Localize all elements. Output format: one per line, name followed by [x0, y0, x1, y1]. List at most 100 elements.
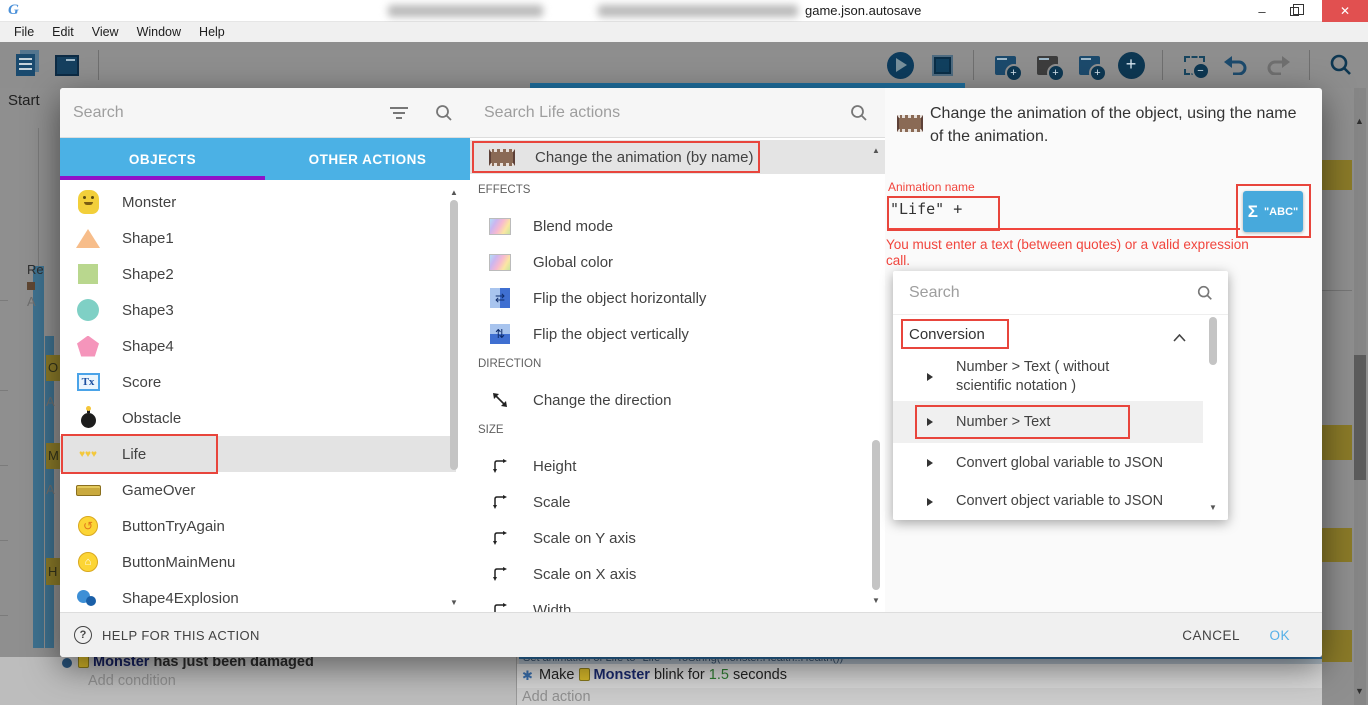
- add-condition-link[interactable]: Add condition: [88, 673, 176, 689]
- scroll-down-icon[interactable]: ▼: [1209, 503, 1217, 512]
- menu-help[interactable]: Help: [191, 25, 233, 39]
- sigma-icon: Σ: [1248, 202, 1258, 222]
- scroll-up-icon[interactable]: ▲: [1355, 116, 1364, 126]
- menu-edit[interactable]: Edit: [44, 25, 82, 39]
- animation-name-input[interactable]: "Life" +: [890, 200, 962, 218]
- help-icon[interactable]: [74, 626, 92, 644]
- list-item-scale-y[interactable]: Scale on Y axis: [470, 520, 870, 556]
- expand-arrow-icon[interactable]: [927, 459, 933, 467]
- list-item-buttontryagain[interactable]: ButtonTryAgain: [60, 508, 456, 544]
- cancel-button[interactable]: CANCEL: [1182, 628, 1240, 643]
- expression-search-bar[interactable]: Search: [893, 271, 1228, 315]
- redo-icon[interactable]: [1261, 48, 1295, 82]
- project-manager-icon[interactable]: [8, 48, 42, 82]
- monster-icon: [579, 668, 590, 681]
- scrollbar-thumb[interactable]: [1354, 355, 1366, 480]
- list-item-buttonmainmenu[interactable]: ButtonMainMenu: [60, 544, 456, 580]
- search-icon[interactable]: [849, 103, 869, 123]
- events-sheet-background-bottom: Monster has just been damaged Add condit…: [0, 657, 1322, 705]
- add-external-layout-icon[interactable]: [1072, 48, 1106, 82]
- add-scene-icon[interactable]: [988, 48, 1022, 82]
- menu-window[interactable]: Window: [129, 25, 189, 39]
- list-item-gameover[interactable]: GameOver: [60, 472, 456, 508]
- maximize-button[interactable]: [1280, 0, 1308, 22]
- list-item-flip-vertical[interactable]: Flip the object vertically: [470, 316, 870, 352]
- object-name: Monster: [594, 667, 650, 683]
- hearts-icon: [79, 449, 97, 460]
- add-action-row[interactable]: Add action: [517, 688, 1322, 705]
- help-link[interactable]: HELP FOR THIS ACTION: [102, 628, 260, 643]
- condition-row[interactable]: Monster has just been damaged: [62, 657, 314, 670]
- resize-icon: [485, 494, 515, 510]
- list-item-shape2[interactable]: Shape2: [60, 256, 456, 292]
- add-object-icon[interactable]: +: [1114, 48, 1148, 82]
- expr-item-global-to-json[interactable]: Convert global variable to JSON: [893, 443, 1203, 483]
- list-item-monster[interactable]: Monster: [60, 184, 456, 220]
- menu-file[interactable]: File: [6, 25, 42, 39]
- scroll-down-icon[interactable]: ▼: [450, 598, 458, 607]
- expand-arrow-icon[interactable]: [927, 373, 933, 381]
- scroll-down-icon[interactable]: ▼: [1355, 686, 1364, 696]
- window-title: game.json.autosave: [805, 3, 921, 18]
- list-item-shape4explosion[interactable]: Shape4Explosion: [60, 580, 456, 612]
- debug-icon[interactable]: [925, 48, 959, 82]
- add-action-link[interactable]: Add action: [522, 689, 591, 705]
- list-item-change-animation[interactable]: Change the animation (by name): [470, 140, 885, 174]
- list-item-blend-mode[interactable]: Blend mode: [470, 208, 870, 244]
- scroll-up-icon[interactable]: ▲: [450, 188, 458, 197]
- list-item-change-direction[interactable]: Change the direction: [470, 382, 870, 418]
- filter-icon[interactable]: [390, 107, 408, 119]
- action-search-input[interactable]: Search Life actions: [484, 104, 849, 122]
- list-item-life[interactable]: Life: [60, 436, 456, 472]
- expand-arrow-icon[interactable]: [927, 498, 933, 506]
- scroll-down-icon[interactable]: ▼: [872, 596, 880, 605]
- list-item-obstacle[interactable]: Obstacle: [60, 400, 456, 436]
- expression-search-input[interactable]: Search: [909, 284, 1196, 302]
- list-item-score[interactable]: Score: [60, 364, 456, 400]
- ok-button[interactable]: OK: [1269, 628, 1290, 643]
- menu-view[interactable]: View: [84, 25, 127, 39]
- scrollbar-thumb[interactable]: [872, 440, 880, 590]
- scroll-up-icon[interactable]: ▲: [872, 146, 880, 155]
- selected-action-row[interactable]: Set animation of Life to "Life" + ToStri…: [519, 657, 1322, 664]
- tab-objects[interactable]: OBJECTS: [60, 138, 265, 180]
- scrollbar-thumb[interactable]: [450, 200, 458, 470]
- action-editor-dialog: Search OBJECTS OTHER ACTIONS Monster Sha…: [60, 88, 1322, 657]
- deselect-all-icon[interactable]: [1177, 48, 1211, 82]
- list-item-shape4[interactable]: Shape4: [60, 328, 456, 364]
- list-item-height[interactable]: Height: [470, 448, 870, 484]
- list-item-global-color[interactable]: Global color: [470, 244, 870, 280]
- action-search-bar[interactable]: Search Life actions: [470, 88, 885, 138]
- list-item-scale-x[interactable]: Scale on X axis: [470, 556, 870, 592]
- search-icon[interactable]: [1196, 284, 1214, 302]
- add-external-events-icon[interactable]: [1030, 48, 1064, 82]
- expand-arrow-icon[interactable]: [927, 418, 933, 426]
- list-item-width[interactable]: Width: [470, 592, 870, 612]
- event-fragment: A: [27, 294, 36, 309]
- monster-icon: [78, 657, 89, 668]
- expr-item-number-to-text-nosci[interactable]: Number > Text ( without scientific notat…: [893, 353, 1203, 401]
- tab-start[interactable]: Start: [8, 92, 40, 109]
- play-icon[interactable]: [883, 48, 917, 82]
- scrollbar-thumb[interactable]: [1209, 317, 1217, 365]
- object-search-bar[interactable]: Search: [60, 88, 470, 138]
- action-row[interactable]: ✱ Make Monster blink for 1.5 seconds: [517, 664, 1322, 688]
- undo-icon[interactable]: [1219, 48, 1253, 82]
- list-item-scale[interactable]: Scale: [470, 484, 870, 520]
- expr-item-number-to-text[interactable]: Number > Text: [893, 401, 1203, 443]
- search-icon[interactable]: [1324, 48, 1358, 82]
- expression-builder-button[interactable]: Σ "ABC": [1243, 191, 1303, 232]
- group-conversion[interactable]: Conversion: [893, 315, 1203, 353]
- list-item-shape1[interactable]: Shape1: [60, 220, 456, 256]
- object-search-input[interactable]: Search: [73, 104, 390, 122]
- chevron-up-icon[interactable]: [1173, 329, 1186, 347]
- expr-item-object-to-json[interactable]: Convert object variable to JSON: [893, 483, 1203, 520]
- close-button[interactable]: ✕: [1322, 0, 1368, 22]
- minimize-button[interactable]: –: [1248, 0, 1276, 22]
- list-item-shape3[interactable]: Shape3: [60, 292, 456, 328]
- tab-other-actions[interactable]: OTHER ACTIONS: [265, 138, 470, 180]
- list-item-flip-horizontal[interactable]: Flip the object horizontally: [470, 280, 870, 316]
- titlebar: G game.json.autosave – ✕: [0, 0, 1368, 22]
- scene-editor-icon[interactable]: [50, 48, 84, 82]
- search-icon[interactable]: [434, 103, 454, 123]
